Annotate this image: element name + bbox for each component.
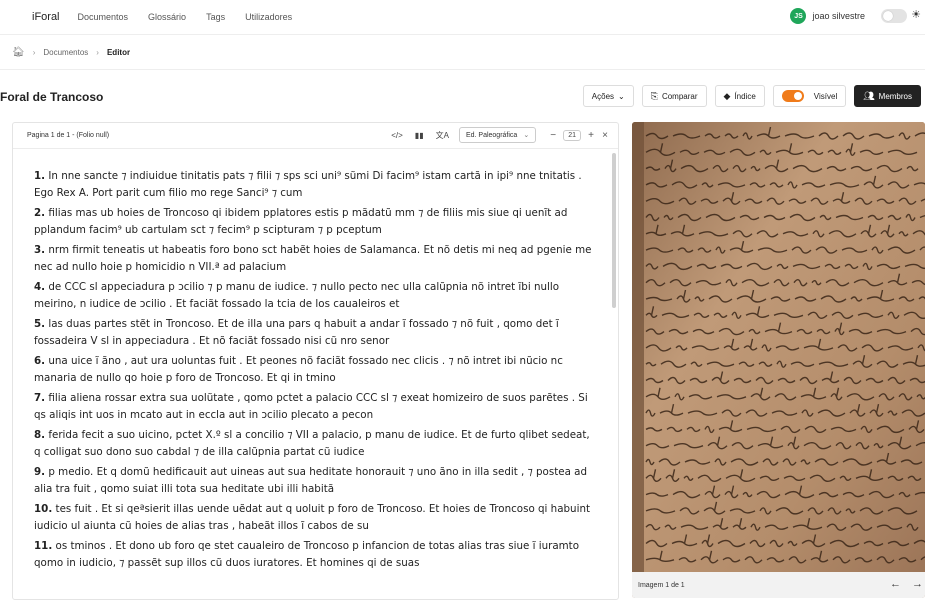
- avatar[interactable]: JS: [790, 8, 807, 24]
- paragraph-text: nrm firmit teneatis ut habeatis foro bon…: [34, 244, 592, 273]
- paragraph-number: 10.: [34, 503, 53, 515]
- paragraph-number: 5.: [34, 318, 46, 330]
- brand-logo[interactable]: iForal: [32, 11, 60, 23]
- edition-select-value: Ed. Paleográfica: [465, 131, 518, 139]
- document-header: Foral de Trancoso Ações ⌄ ⎘ Comparar ◆ Í…: [0, 80, 925, 114]
- actions-button[interactable]: Ações ⌄: [582, 85, 634, 107]
- plus-icon[interactable]: +: [584, 130, 598, 141]
- transcription-editor: Pagina 1 de 1 - (Folio null) </> ▮▮ 文A E…: [12, 122, 619, 600]
- paragraph-text: tes fuit . Et si qeªsierit illas uende u…: [34, 503, 591, 532]
- page-title: Foral de Trancoso: [0, 90, 104, 104]
- manuscript-image: [632, 122, 925, 572]
- paragraph-text: os tminos . Et dono ub foro qe stet caua…: [34, 540, 580, 569]
- transcription-paragraph[interactable]: 7. filia aliena rossar extra sua uolũtat…: [34, 390, 599, 423]
- compare-icon: ⎘: [650, 90, 658, 101]
- page-indicator: Pagina 1 de 1 - (Folio null): [27, 132, 110, 139]
- breadcrumb: 🏠︎ › Documentos › Editor: [0, 34, 925, 70]
- users-icon: 👥︎: [863, 90, 875, 101]
- compare-label: Comparar: [661, 91, 698, 101]
- user-menu[interactable]: JS joao silvestre: [790, 8, 865, 24]
- members-label: Membros: [878, 91, 912, 101]
- chevron-right-icon: ›: [96, 47, 99, 57]
- transcription-paragraph[interactable]: 8. ferida fecit a suo uicino, pctet X.º …: [34, 427, 599, 460]
- paragraph-number: 6.: [34, 355, 46, 367]
- breadcrumb-editor: Editor: [106, 47, 131, 57]
- paragraph-text: ferida fecit a suo uicino, pctet X.º sl …: [34, 429, 590, 458]
- paragraph-text: filias mas ub hoies de Troncoso qi ibide…: [34, 207, 568, 236]
- font-size-stepper: − 21 + ×: [546, 129, 612, 141]
- transcription-paragraph[interactable]: 5. las duas partes stẽt in Troncoso. Et …: [34, 316, 599, 349]
- code-icon[interactable]: </>: [391, 131, 403, 140]
- close-icon[interactable]: ×: [598, 130, 612, 141]
- visible-toggle[interactable]: Visível: [772, 85, 847, 107]
- transcription-paragraph[interactable]: 1. In nne sancte ⁊ indiuidue tinitatis p…: [34, 168, 599, 201]
- paragraph-text: las duas partes stẽt in Troncoso. Et de …: [34, 318, 559, 347]
- user-name[interactable]: joao silvestre: [812, 11, 865, 21]
- transcription-paragraph[interactable]: 9. p medio. Et q domũ hedificauit aut ui…: [34, 464, 599, 497]
- theme-toggle[interactable]: [881, 9, 907, 23]
- visible-label: Visível: [813, 91, 838, 101]
- arrow-right-icon[interactable]: →: [912, 578, 923, 590]
- index-button[interactable]: ◆ Índice: [714, 85, 765, 107]
- paragraph-text: una uice ĩ ãno , aut ura uoluntas fuit .…: [34, 355, 563, 384]
- transcription-paragraph[interactable]: 2. filias mas ub hoies de Troncoso qi ib…: [34, 205, 599, 238]
- chevron-right-icon: ›: [32, 47, 36, 57]
- tag-icon: ◆: [723, 90, 731, 101]
- arrow-left-icon[interactable]: ←: [890, 578, 901, 590]
- compare-button[interactable]: ⎘ Comparar: [641, 85, 707, 107]
- nav-link-utilizadores[interactable]: Utilizadores: [245, 12, 292, 22]
- transcription-paragraph[interactable]: 6. una uice ĩ ãno , aut ura uoluntas fui…: [34, 353, 599, 386]
- chevron-down-icon: ⌄: [523, 132, 530, 139]
- nav-link-documentos[interactable]: Documentos: [78, 12, 129, 22]
- index-label: Índice: [734, 91, 756, 101]
- edition-select[interactable]: Ed. Paleográfica ⌄: [458, 127, 537, 143]
- font-size-value: 21: [563, 129, 581, 141]
- nav-link-glossario[interactable]: Glossário: [148, 12, 186, 22]
- translate-icon[interactable]: 文A: [436, 130, 449, 141]
- sun-icon: ☀: [911, 9, 921, 21]
- transcription-paragraph[interactable]: 3. nrm firmit teneatis ut habeatis foro …: [34, 242, 599, 275]
- editor-toolbar: Pagina 1 de 1 - (Folio null) </> ▮▮ 文A E…: [13, 123, 618, 149]
- transcription-paragraph[interactable]: 4. de CCC sl appeciadura p ɔcilio ⁊ p ma…: [34, 279, 599, 312]
- manuscript-image-viewer[interactable]: Imagem 1 de 1 ← →: [632, 122, 925, 598]
- scrollbar[interactable]: [612, 153, 616, 308]
- transcription-paragraph[interactable]: 11. os tminos . Et dono ub foro qe stet …: [34, 538, 599, 571]
- image-navigation: ← →: [882, 578, 923, 590]
- editor-toolbar-controls: </> ▮▮ 文A Ed. Paleográfica ⌄ − 21 + ×: [379, 127, 612, 143]
- top-navigation: iForal Documentos Glossário Tags Utiliza…: [0, 0, 925, 33]
- transcription-text[interactable]: 1. In nne sancte ⁊ indiuidue tinitatis p…: [13, 150, 613, 599]
- paragraph-text: filia aliena rossar extra sua uolũtate ,…: [34, 392, 588, 421]
- members-button[interactable]: 👥︎ Membros: [854, 85, 921, 107]
- paragraph-text: In nne sancte ⁊ indiuidue tinitatis pats…: [34, 170, 582, 199]
- paragraph-text: p medio. Et q domũ hedificauit aut uinea…: [34, 466, 587, 495]
- transcription-paragraph[interactable]: 10. tes fuit . Et si qeªsierit illas uen…: [34, 501, 599, 534]
- paragraph-number: 7.: [34, 392, 46, 404]
- paragraph-number: 8.: [34, 429, 46, 441]
- paragraph-number: 9.: [34, 466, 46, 478]
- image-counter: Imagem 1 de 1: [638, 581, 685, 589]
- paragraph-number: 3.: [34, 244, 46, 256]
- paragraph-text: de CCC sl appeciadura p ɔcilio ⁊ p manu …: [34, 281, 560, 310]
- paragraph-number: 11.: [34, 540, 53, 552]
- paragraph-number: 2.: [34, 207, 46, 219]
- home-icon[interactable]: 🏠︎: [12, 47, 25, 58]
- visible-switch[interactable]: [781, 90, 804, 102]
- paragraph-number: 4.: [34, 281, 46, 293]
- image-viewer-footer: Imagem 1 de 1 ← →: [632, 572, 925, 598]
- chevron-down-icon: ⌄: [618, 91, 625, 101]
- header-actions: Ações ⌄ ⎘ Comparar ◆ Índice Visível 👥︎ M…: [575, 85, 921, 107]
- paragraph-number: 1.: [34, 170, 46, 182]
- actions-label: Ações: [591, 91, 615, 101]
- breadcrumb-documentos[interactable]: Documentos: [43, 48, 88, 57]
- book-icon[interactable]: ▮▮: [415, 131, 424, 140]
- nav-link-tags[interactable]: Tags: [206, 12, 225, 22]
- minus-icon[interactable]: −: [546, 130, 560, 141]
